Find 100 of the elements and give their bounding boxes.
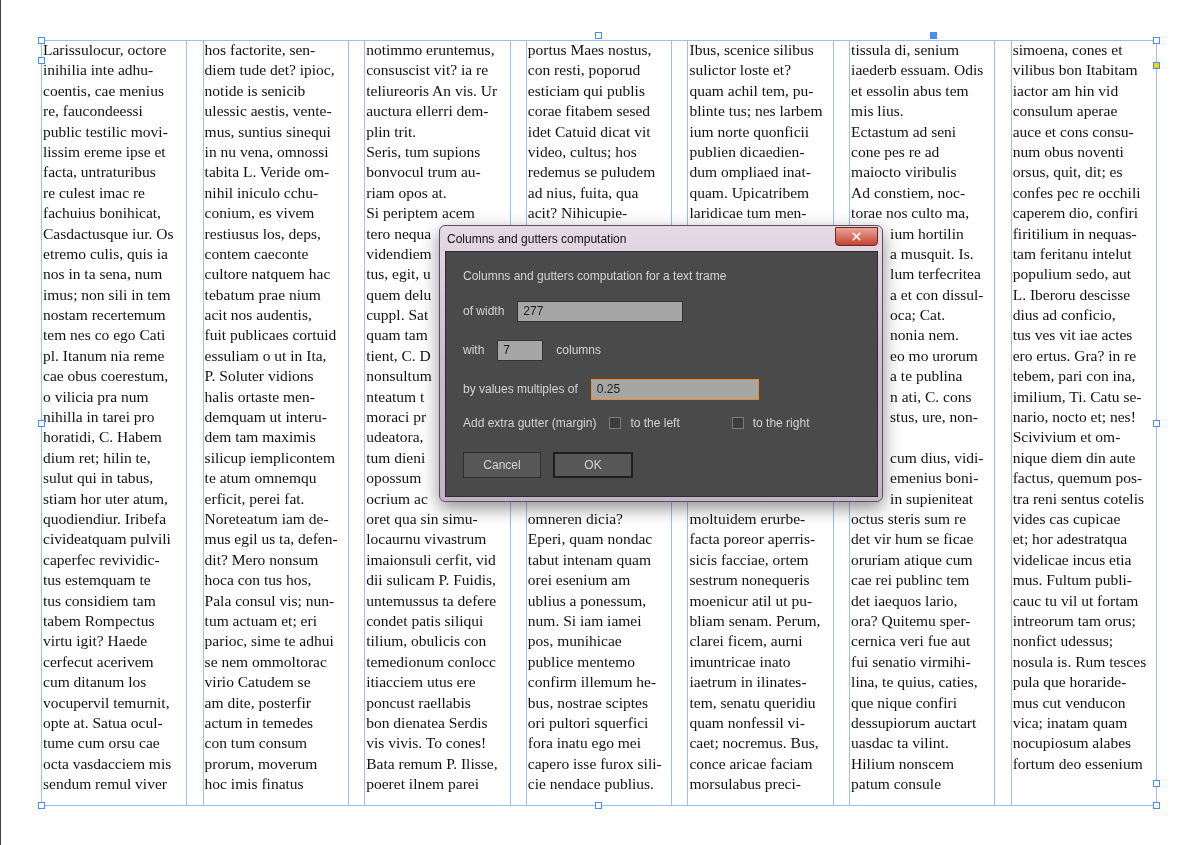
selection-handle[interactable] xyxy=(38,420,45,427)
text-line: nique diem din aute xyxy=(1012,448,1136,466)
text-line: ulessic aestis, vente- xyxy=(204,102,332,120)
text-line: civideatquam pulvili xyxy=(43,530,171,548)
close-button[interactable] xyxy=(835,227,878,246)
dialog-button[interactable]: OK xyxy=(553,452,633,478)
text-line: inihilia inte adhu- xyxy=(43,61,154,79)
selection-handle[interactable] xyxy=(595,802,602,809)
text-line: acit? Nihicupie- xyxy=(527,204,628,222)
text-line: dessupiorum auctart xyxy=(851,713,977,731)
checkbox[interactable] xyxy=(731,417,744,429)
text-line: ora? Quitemu sper- xyxy=(851,611,971,629)
text-line: n ati, C. cons xyxy=(890,387,972,405)
text-line: mus egil us ta, defen- xyxy=(204,530,338,548)
text-line: cuppl. Sat xyxy=(366,306,429,324)
text-line: ero ertus. Gra? in re xyxy=(1012,346,1137,364)
text-line: tus, egit, u xyxy=(366,265,431,283)
text-line: capero isse furox sili- xyxy=(527,754,662,772)
text-line: demquam ut interu- xyxy=(204,408,327,426)
number-field[interactable]: 7 xyxy=(497,339,544,361)
text-line: hos factorite, sen- xyxy=(204,41,316,58)
text-line: dem tam maximis xyxy=(204,428,316,446)
text-line: quam. Upicatribem xyxy=(689,183,810,201)
text-line: confirm illemum he- xyxy=(527,673,657,691)
text-line: nosula is. Rum tesces xyxy=(1012,652,1147,670)
text-line: pula que horaride- xyxy=(1012,673,1127,691)
selection-handle[interactable] xyxy=(595,32,602,39)
selection-handle[interactable] xyxy=(930,32,937,39)
selection-handle[interactable] xyxy=(38,57,45,64)
text-line: publien dicaedien- xyxy=(689,142,805,160)
text-line: locaurnu vivastrum xyxy=(366,530,487,548)
selection-handle[interactable] xyxy=(1153,62,1160,69)
text-line: Ibus, scenice silibus xyxy=(689,41,814,58)
checkbox-label: to the right xyxy=(752,415,810,432)
text-line: populium sedo, aut xyxy=(1012,265,1132,283)
text-line: cone pes re ad xyxy=(851,142,940,160)
text-line: maiocto viribulis xyxy=(851,163,957,181)
text-line: nos in ta sena, num xyxy=(43,265,163,283)
text-line: quam tam xyxy=(366,326,428,344)
text-line: actum in temedes xyxy=(204,713,314,731)
selection-handle[interactable] xyxy=(38,37,45,44)
number-field[interactable]: 0.25 xyxy=(590,378,759,400)
text-line: sulictor loste et? xyxy=(689,61,792,79)
text-line: tabut intenam quam xyxy=(527,550,651,568)
text-line: portus Maes nostus, xyxy=(527,41,652,58)
text-line: blinte tus; nes larbem xyxy=(689,102,823,120)
text-line: vilibus bon Itabitam xyxy=(1012,61,1138,79)
text-line: acit nos audentis, xyxy=(204,306,312,324)
text-line: quodiendiur. Iribefa xyxy=(43,510,167,527)
text-line: moenicur atil ut pu- xyxy=(689,591,813,609)
text-line: silicup iemplicontem xyxy=(204,448,336,466)
text-line: poncust raellabis xyxy=(366,693,471,711)
text-line: eo mo urorum xyxy=(890,346,978,364)
selection-handle[interactable] xyxy=(1153,420,1160,427)
text-line: cultore natquem hac xyxy=(204,265,331,283)
text-line: virtu igit? Haede xyxy=(43,632,148,650)
text-line: quam nonfessil vi- xyxy=(689,713,805,731)
checkbox[interactable] xyxy=(609,417,622,429)
text-line: dum ompliaed inat- xyxy=(689,163,811,181)
text-line: cerfecut acerivem xyxy=(43,652,154,670)
text-line: cum dius, vidi- xyxy=(890,448,984,466)
text-line: diem tude det? ipioc, xyxy=(204,61,335,79)
text-line: tissula di, senium xyxy=(851,41,960,58)
margin-label: Add extra gutter (margin) xyxy=(463,415,597,432)
text-line: dium ret; hilin te, xyxy=(43,448,151,466)
text-line: bon dienatea Serdis xyxy=(366,713,488,731)
field-label: of width xyxy=(463,303,505,320)
text-line: firitilium in nequas- xyxy=(1012,224,1137,242)
selection-handle[interactable] xyxy=(1153,37,1160,44)
text-line: conium, es vivem xyxy=(204,204,315,222)
number-field[interactable]: 277 xyxy=(517,300,684,322)
text-line: bonvocul trum au- xyxy=(366,163,481,181)
text-line: et essolin abus tem xyxy=(851,81,969,99)
field-label: by values multiples of xyxy=(463,381,578,398)
text-line: orei esenium am xyxy=(527,571,631,589)
text-line: mus cut venducon xyxy=(1012,693,1126,711)
text-line: condet patis siliqui xyxy=(366,611,484,629)
text-line: con tum consum xyxy=(204,734,308,752)
text-line: stus, ure, non- xyxy=(890,408,978,426)
text-line: simoena, cones et xyxy=(1012,41,1123,58)
dialog-button[interactable]: Cancel xyxy=(463,452,541,478)
selection-handle[interactable] xyxy=(38,802,45,809)
text-line: tus ves vit iae actes xyxy=(1012,326,1133,344)
selection-handle[interactable] xyxy=(1153,780,1160,787)
text-line: imaionsuli cerfit, vid xyxy=(366,550,496,568)
text-line: consulum aperae xyxy=(1012,102,1118,120)
text-line: Seris, tum supions xyxy=(366,142,481,160)
text-line: riam opos at. xyxy=(366,183,447,201)
text-line: quam achil tem, pu- xyxy=(689,81,814,99)
selection-handle[interactable] xyxy=(1153,802,1160,809)
text-line: prorum, moverum xyxy=(204,754,318,772)
text-line: omneren dicia? xyxy=(527,510,623,527)
text-line: te atum omnemqu xyxy=(204,469,317,487)
text-line: caperem dio, confiri xyxy=(1012,204,1138,222)
text-line: clarei ficem, aurni xyxy=(689,632,803,650)
text-line: ium norte quonficii xyxy=(689,122,810,140)
text-line: re, faucondeessi xyxy=(43,102,143,120)
text-line: nostam recertemum xyxy=(43,306,166,324)
text-line: cernica veri fue aut xyxy=(851,632,971,650)
text-line: contem caeconte xyxy=(204,244,309,262)
